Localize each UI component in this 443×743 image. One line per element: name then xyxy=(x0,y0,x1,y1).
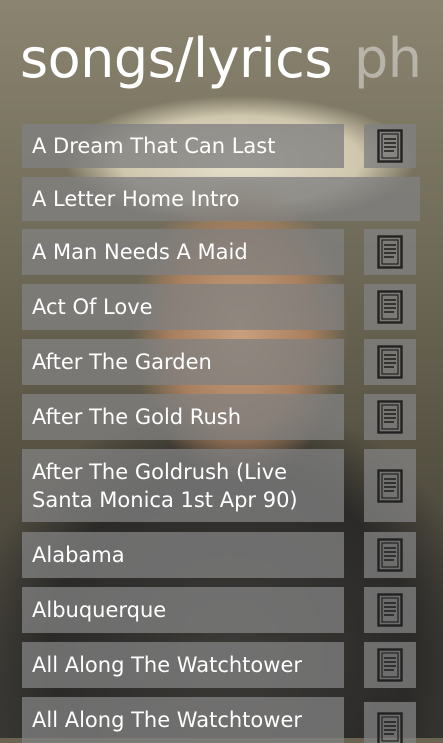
song-title: After The Gold Rush xyxy=(32,403,241,431)
pivot-title: songs/lyrics xyxy=(20,27,332,90)
lyrics-document-icon xyxy=(377,469,403,503)
lyrics-button[interactable] xyxy=(364,229,416,275)
song-item[interactable]: All Along The Watchtower xyxy=(22,642,344,688)
song-item[interactable]: After The Gold Rush xyxy=(22,394,344,440)
song-item[interactable]: Alabama xyxy=(22,532,344,578)
lyrics-button[interactable] xyxy=(364,394,416,440)
lyrics-document-icon xyxy=(377,593,403,627)
song-title: After The Goldrush (Live Santa Monica 1s… xyxy=(32,458,332,514)
lyrics-document-icon xyxy=(377,648,403,682)
song-title: Act Of Love xyxy=(32,293,153,321)
lyrics-button[interactable] xyxy=(364,587,416,633)
song-item[interactable]: All Along The Watchtower xyxy=(22,697,344,743)
song-item[interactable]: A Man Needs A Maid xyxy=(22,229,344,275)
song-item[interactable]: A Dream That Can Last xyxy=(22,124,344,168)
song-title: Alabama xyxy=(32,541,125,569)
lyrics-button[interactable] xyxy=(364,449,416,522)
song-item[interactable]: After The Garden xyxy=(22,339,344,385)
song-item[interactable]: Act Of Love xyxy=(22,284,344,330)
lyrics-button[interactable] xyxy=(364,284,416,330)
song-title: A Man Needs A Maid xyxy=(32,238,248,266)
lyrics-document-icon xyxy=(377,235,403,269)
lyrics-document-icon xyxy=(377,712,403,743)
pivot-next-peek[interactable]: ph xyxy=(354,27,422,90)
lyrics-button[interactable] xyxy=(364,642,416,688)
lyrics-document-icon xyxy=(377,345,403,379)
lyrics-button[interactable] xyxy=(364,532,416,578)
lyrics-button[interactable] xyxy=(364,702,416,743)
song-title: All Along The Watchtower xyxy=(32,651,302,679)
song-title: A Letter Home Intro xyxy=(32,185,239,213)
lyrics-document-icon xyxy=(377,400,403,434)
pivot-header: songs/lyrics ph xyxy=(20,24,422,94)
song-title: A Dream That Can Last xyxy=(32,132,275,160)
lyrics-document-icon xyxy=(377,129,403,163)
song-item[interactable]: After The Goldrush (Live Santa Monica 1s… xyxy=(22,449,344,522)
song-title: Albuquerque xyxy=(32,596,166,624)
song-title: After The Garden xyxy=(32,348,212,376)
song-title: All Along The Watchtower xyxy=(32,706,302,734)
lyrics-document-icon xyxy=(377,538,403,572)
song-item[interactable]: A Letter Home Intro xyxy=(22,177,420,221)
lyrics-document-icon xyxy=(377,290,403,324)
lyrics-button[interactable] xyxy=(364,339,416,385)
lyrics-button[interactable] xyxy=(364,124,416,168)
song-item[interactable]: Albuquerque xyxy=(22,587,344,633)
